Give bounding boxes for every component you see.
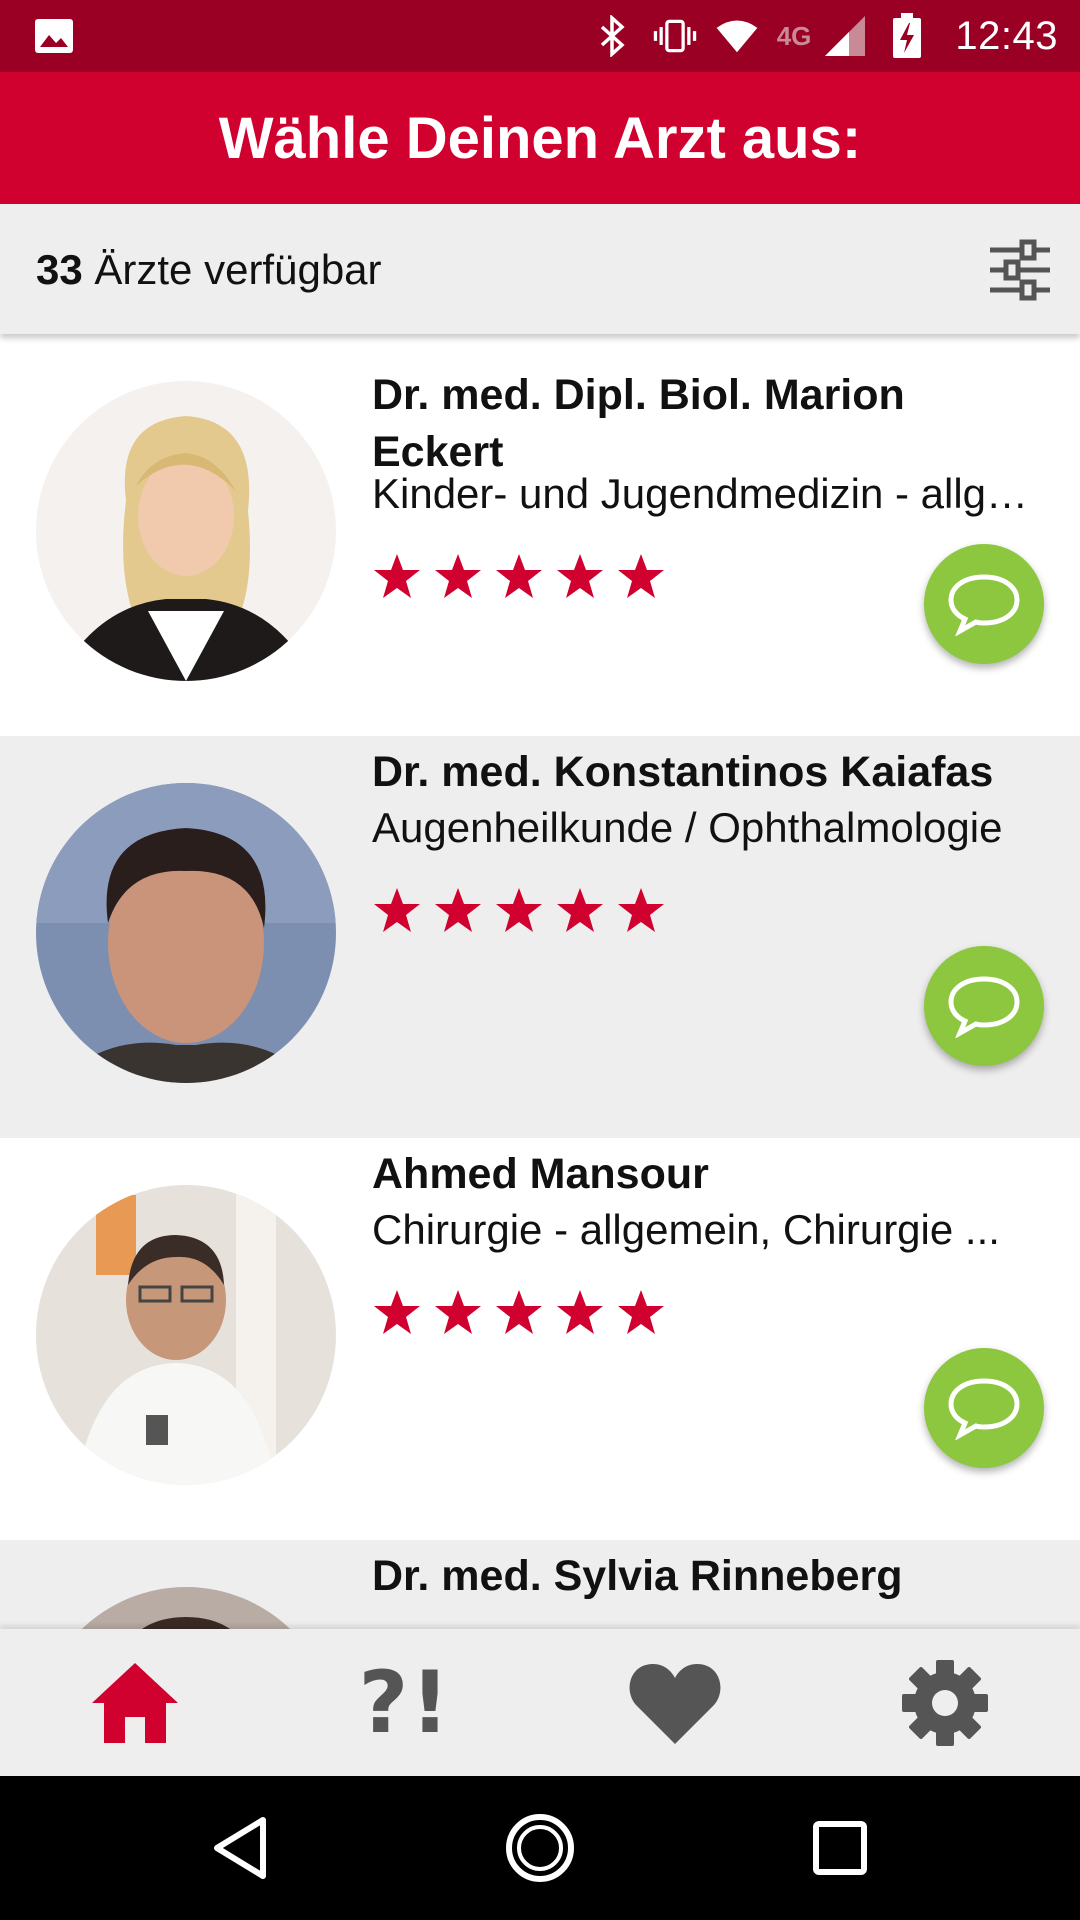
doctor-avatar — [36, 783, 336, 1083]
star-icon — [496, 554, 542, 598]
doctor-specialty: Augenheilkunde / Ophthalmologie — [372, 804, 1003, 851]
star-icon — [618, 1290, 664, 1334]
star-icon — [618, 888, 664, 932]
chat-button[interactable] — [924, 1348, 1044, 1468]
doctor-avatar — [36, 1185, 336, 1485]
doctor-list-item[interactable]: Ahmed Mansour Chirurgie - allgemein, Chi… — [0, 1138, 1080, 1540]
bottom-navigation: ?! — [0, 1629, 1080, 1776]
chat-bubble-icon — [948, 574, 1020, 636]
home-system-button[interactable] — [504, 1812, 576, 1884]
back-button[interactable] — [205, 1812, 277, 1884]
doctor-name: Dr. med. Sylvia Rinneberg — [372, 1552, 903, 1600]
chat-button[interactable] — [924, 946, 1044, 1066]
star-icon — [374, 888, 420, 932]
star-icon — [435, 888, 481, 932]
star-icon — [557, 554, 603, 598]
doctor-list-item[interactable]: Dr. med. Konstantinos Kaiafas Augenheilk… — [0, 736, 1080, 1138]
nav-settings[interactable] — [810, 1629, 1080, 1776]
heart-icon — [629, 1663, 721, 1744]
doctor-list-item[interactable]: Dr. med. Dipl. Biol. Marion Eckert Kinde… — [0, 334, 1080, 736]
page-title: Wähle Deinen Arzt aus: — [218, 105, 862, 171]
rating-stars — [372, 552, 666, 602]
count-bar: 33 Ärzte verfügbar — [0, 204, 1080, 334]
clock: 12:43 — [955, 13, 1058, 58]
doctor-specialty: Chirurgie - allgemein, Chirurgie ... — [372, 1206, 1000, 1253]
rating-stars — [372, 1288, 666, 1338]
doctor-list[interactable]: Dr. med. Dipl. Biol. Marion Eckert Kinde… — [0, 334, 1080, 1629]
star-icon — [557, 888, 603, 932]
star-icon — [557, 1290, 603, 1334]
home-icon — [92, 1662, 178, 1743]
question-exclamation-icon: ?! — [358, 1652, 452, 1753]
doctor-avatar — [36, 1587, 336, 1629]
filter-button[interactable] — [988, 238, 1052, 302]
doctor-name: Ahmed Mansour — [372, 1150, 709, 1198]
recents-square-icon — [813, 1821, 867, 1875]
vibrate-icon — [653, 14, 697, 58]
doctor-list-item[interactable]: Dr. med. Sylvia Rinneberg — [0, 1540, 1080, 1629]
network-type: 4G — [776, 20, 812, 51]
star-icon — [435, 1290, 481, 1334]
doctor-count: 33 Ärzte verfügbar — [36, 246, 382, 294]
rating-stars — [372, 886, 666, 936]
signal-icon — [823, 14, 867, 58]
chat-bubble-icon — [948, 1378, 1020, 1440]
nav-favorites[interactable] — [540, 1629, 810, 1776]
star-icon — [496, 1290, 542, 1334]
chat-bubble-icon — [948, 976, 1020, 1038]
doctor-specialty: Kinder- und Jugendmedizin - allgemein — [372, 470, 1040, 517]
chat-button[interactable] — [924, 544, 1044, 664]
star-icon — [496, 888, 542, 932]
star-icon — [374, 1290, 420, 1334]
nav-questions[interactable]: ?! — [270, 1629, 540, 1776]
system-navigation-bar — [0, 1776, 1080, 1920]
star-icon — [374, 554, 420, 598]
status-bar: 4G 12:43 — [0, 0, 1080, 72]
doctor-count-number: 33 — [36, 246, 83, 293]
star-icon — [618, 554, 664, 598]
home-circle-icon — [506, 1814, 574, 1882]
doctor-name: Dr. med. Dipl. Biol. Marion Eckert — [372, 371, 905, 476]
image-icon — [34, 18, 74, 54]
doctor-avatar — [36, 381, 336, 681]
filter-sliders-icon — [990, 239, 1050, 301]
bluetooth-icon — [591, 14, 635, 58]
battery-charging-icon — [885, 13, 929, 58]
back-triangle-icon — [214, 1817, 266, 1879]
nav-home[interactable] — [0, 1629, 270, 1776]
app-bar: Wähle Deinen Arzt aus: — [0, 72, 1080, 204]
gear-icon — [902, 1659, 988, 1746]
wifi-icon — [715, 14, 759, 58]
star-icon — [435, 554, 481, 598]
doctor-count-label: Ärzte verfügbar — [94, 246, 382, 293]
doctor-name: Dr. med. Konstantinos Kaiafas — [372, 748, 994, 796]
recents-button[interactable] — [804, 1812, 876, 1884]
